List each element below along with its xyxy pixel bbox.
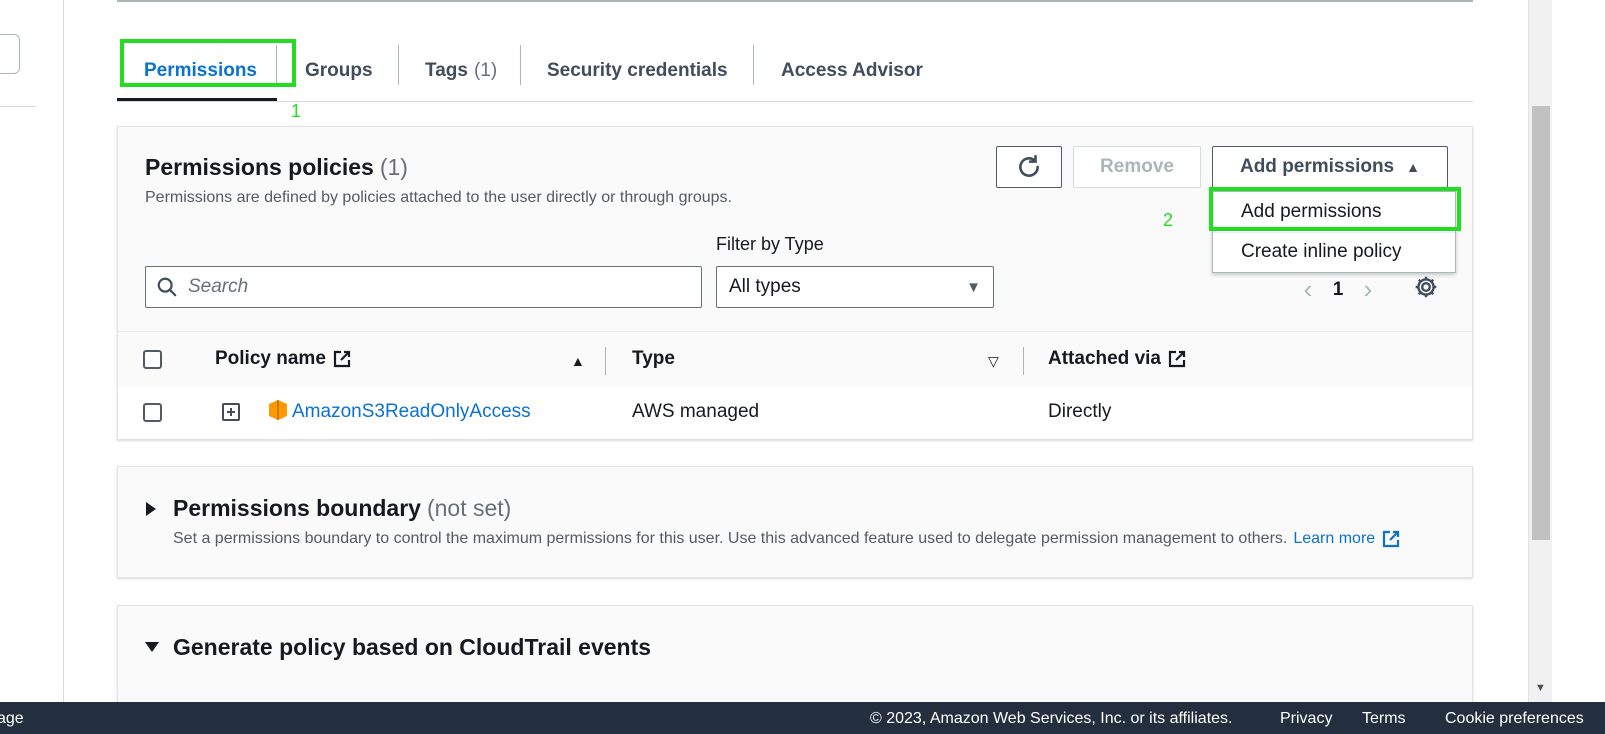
column-type-label: Type [632,348,675,369]
row-checkbox[interactable] [143,403,162,422]
caret-down-icon: ▼ [966,278,981,296]
remove-button-label: Remove [1100,156,1174,177]
column-header-type[interactable]: Type [632,348,675,370]
footer-cookie-preferences-link[interactable]: Cookie preferences [1445,710,1584,728]
tab-tags-count: (1) [473,59,498,81]
permissions-boundary-description-text: Set a permissions boundary to control th… [173,530,1288,547]
permissions-policies-description: Permissions are defined by policies atta… [145,189,732,206]
tab-access-advisor[interactable]: Access Advisor [781,40,923,101]
column-header-policy-name[interactable]: Policy name [215,348,352,370]
permissions-boundary-description: Set a permissions boundary to control th… [173,529,1401,549]
external-link-icon[interactable] [1381,529,1401,549]
remove-button[interactable]: Remove [1073,146,1201,188]
previous-page-icon[interactable]: ‹ [1293,274,1323,305]
column-attached-via-label: Attached via [1048,348,1161,369]
tab-separator [520,45,521,85]
column-separator [1023,347,1024,375]
external-link-icon [333,350,350,368]
permissions-boundary-panel: Permissions boundary (not set) Set a perm… [117,466,1473,578]
pagination: ‹ 1 › [1293,274,1383,305]
filter-type-value: All types [729,276,801,297]
external-link-icon [1168,350,1186,368]
annotation-number-1: 1 [291,101,302,121]
permissions-policies-title: Permissions policies (1) [145,154,408,181]
footer: age © 2023, Amazon Web Services, Inc. or… [0,702,1605,734]
filter-by-type-label: Filter by Type [716,234,824,254]
expand-plus-icon[interactable] [221,402,241,422]
tab-security-credentials[interactable]: Security credentials [547,40,728,101]
left-nav-divider [0,106,36,107]
column-policy-name-label: Policy name [215,348,326,369]
footer-terms-link[interactable]: Terms [1362,710,1406,728]
next-page-icon[interactable]: › [1353,274,1383,305]
tab-separator [753,45,754,85]
permissions-boundary-title[interactable]: Permissions boundary (not set) [173,495,511,522]
current-page[interactable]: 1 [1323,279,1353,301]
search-input[interactable] [188,276,668,298]
left-nav-rail [0,0,64,702]
tab-groups[interactable]: Groups [305,40,373,101]
refresh-icon [1019,154,1039,177]
annotation-highlight-2 [1209,187,1461,231]
page-scrollbar[interactable]: ▼ [1528,0,1552,702]
sort-descending-icon[interactable]: ▽ [988,353,999,370]
scroll-down-arrow-icon[interactable]: ▼ [1535,682,1546,694]
search-icon [157,277,177,297]
gear-icon[interactable] [1413,274,1439,300]
policy-type-cell: AWS managed [632,401,760,422]
tab-security-credentials-label: Security credentials [547,59,728,81]
sort-ascending-icon[interactable]: ▲ [571,353,585,369]
learn-more-link[interactable]: Learn more [1293,530,1375,548]
top-divider [117,0,1473,2]
search-field [145,266,702,308]
menu-divider [1213,232,1455,233]
refresh-button[interactable] [996,146,1062,188]
caret-down-icon[interactable] [144,640,160,654]
permissions-policies-title-text: Permissions policies [145,154,374,180]
permissions-boundary-title-text: Permissions boundary [173,495,421,521]
tab-tags[interactable]: Tags (1) [425,40,497,101]
caret-right-icon[interactable] [144,501,158,517]
policy-name-link[interactable]: AmazonS3ReadOnlyAccess [292,401,531,423]
tab-groups-label: Groups [305,59,373,81]
footer-left-link[interactable]: age [0,710,24,728]
annotation-highlight-1 [120,39,296,87]
permissions-policies-count: (1) [379,154,408,180]
footer-copyright: © 2023, Amazon Web Services, Inc. or its… [870,710,1233,727]
permissions-policies-panel: Permissions policies (1) Permissions are … [117,126,1473,440]
tab-active-indicator [117,98,277,101]
generate-policy-panel: Generate policy based on CloudTrail even… [117,605,1473,705]
scrollbar-thumb[interactable] [1532,106,1550,540]
column-header-attached-via[interactable]: Attached via [1048,348,1187,370]
annotation-number-2: 2 [1163,210,1174,230]
generate-policy-title[interactable]: Generate policy based on CloudTrail even… [173,634,651,661]
select-all-checkbox[interactable] [143,350,162,369]
tab-access-advisor-label: Access Advisor [781,59,923,81]
user-tabs: Permissions Groups Tags (1) Security cre… [117,40,1473,102]
caret-up-icon: ▲ [1406,159,1420,175]
left-nav-input-stub[interactable] [0,34,20,74]
filter-type-select[interactable]: All types ▼ [716,266,994,308]
tab-separator [398,45,399,85]
permissions-boundary-status: (not set) [426,495,512,521]
add-permissions-button-label: Add permissions [1239,156,1395,177]
table-row: AmazonS3ReadOnlyAccess AWS managed Direc… [118,386,1472,439]
tab-tags-label: Tags [425,59,468,81]
policies-table-header: Policy name ▲ Type ▽ Attached via [118,331,1472,387]
column-separator [605,347,606,375]
footer-privacy-link[interactable]: Privacy [1280,710,1332,728]
attached-via-cell: Directly [1048,401,1112,422]
menu-item-create-inline-policy[interactable]: Create inline policy [1241,241,1402,263]
aws-s3-icon [269,400,287,420]
add-permissions-button[interactable]: Add permissions ▲ [1212,146,1448,188]
